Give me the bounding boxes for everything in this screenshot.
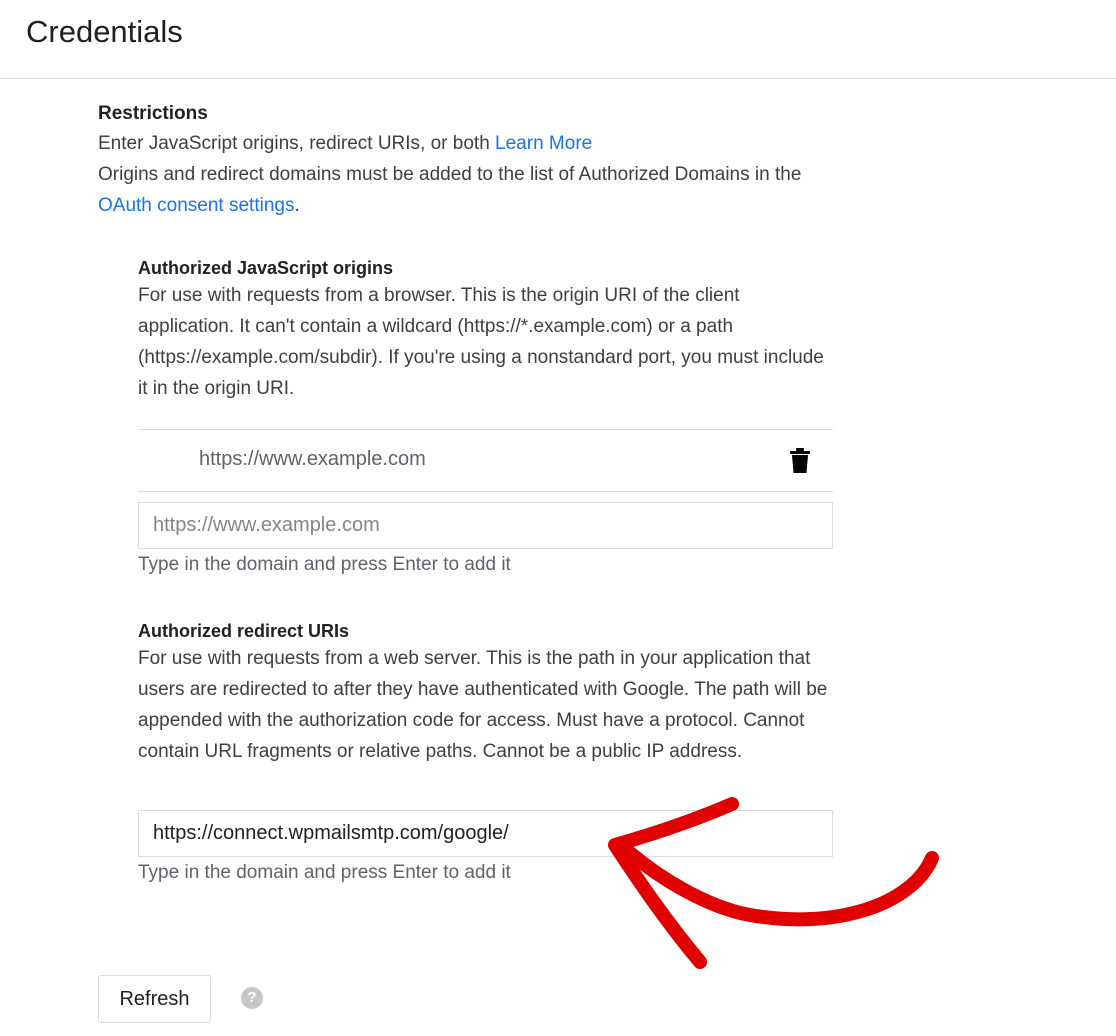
js-origins-description: For use with requests from a browser. Th…	[138, 285, 824, 399]
js-origin-hint: Type in the domain and press Enter to ad…	[138, 554, 511, 575]
restrictions-intro-text: Enter JavaScript origins, redirect URIs,…	[98, 133, 490, 154]
js-origin-input[interactable]	[138, 502, 833, 549]
origin-value: https://www.example.com	[199, 448, 426, 470]
js-origins-section: Authorized JavaScript origins For use wi…	[138, 256, 838, 404]
redirect-uri-input[interactable]	[138, 810, 833, 857]
authorized-domains-period: .	[294, 195, 300, 216]
help-icon[interactable]: ?	[241, 987, 263, 1009]
redirect-uris-section: Authorized redirect URIs For use with re…	[138, 619, 838, 767]
restrictions-section: Restrictions Enter JavaScript origins, r…	[98, 100, 818, 221]
page-header: Credentials	[0, 0, 1116, 79]
authorized-domains-text: Origins and redirect domains must be add…	[98, 164, 802, 185]
refresh-button[interactable]: Refresh	[98, 975, 211, 1023]
origin-list-item: https://www.example.com	[138, 429, 833, 492]
trash-icon[interactable]	[789, 448, 811, 474]
learn-more-link[interactable]: Learn More	[495, 133, 592, 154]
restrictions-heading: Restrictions	[98, 103, 208, 124]
oauth-consent-settings-link[interactable]: OAuth consent settings	[98, 195, 294, 216]
redirect-uris-heading: Authorized redirect URIs	[138, 621, 350, 641]
restrictions-intro: Enter JavaScript origins, redirect URIs,…	[98, 128, 818, 159]
js-origins-heading: Authorized JavaScript origins	[138, 258, 394, 278]
redirect-uris-description: For use with requests from a web server.…	[138, 648, 828, 762]
redirect-uri-hint: Type in the domain and press Enter to ad…	[138, 862, 511, 883]
page-title: Credentials	[26, 14, 183, 49]
authorized-domains-note: Origins and redirect domains must be add…	[98, 159, 818, 221]
